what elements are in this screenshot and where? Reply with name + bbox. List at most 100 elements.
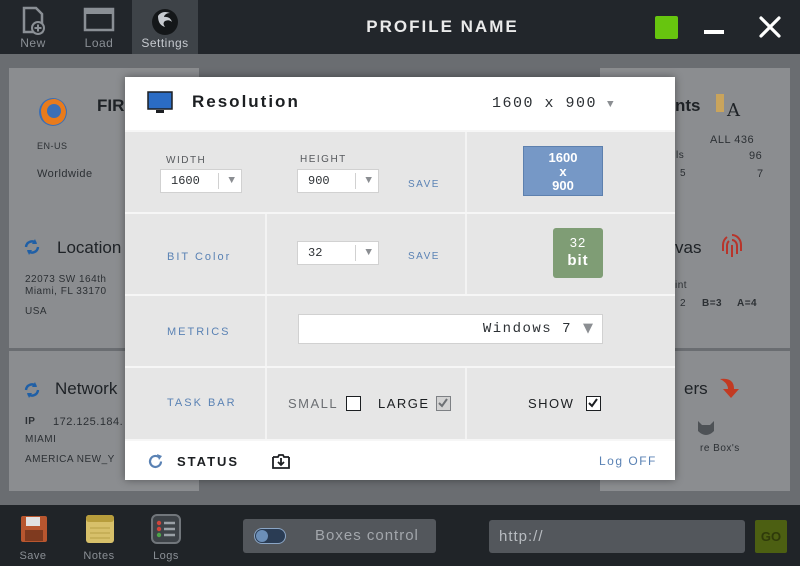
boxes-control-label: Boxes control — [315, 527, 419, 544]
red-arrow-icon — [720, 378, 739, 398]
bit-color-label: BIT Color — [167, 251, 232, 263]
refresh-icon — [24, 239, 40, 255]
status-button[interactable]: STATUS — [177, 454, 239, 469]
resolution-badge-x: x — [559, 164, 567, 179]
fingerprint-icon — [722, 234, 742, 257]
divider — [218, 173, 219, 189]
network-ip: 172.125.184. — [53, 416, 124, 428]
large-option-label: LARGE — [378, 396, 430, 411]
show-checkbox[interactable] — [586, 396, 601, 411]
boxes-control-toggle[interactable]: Boxes control — [243, 519, 436, 553]
resolution-preset-select[interactable]: 1600 x 900 ▼ — [492, 95, 615, 112]
small-checkbox[interactable] — [346, 396, 361, 411]
dialog-title: Resolution — [192, 92, 300, 111]
logs-button-label: Logs — [153, 550, 179, 562]
top-toolbar: New Load Settings PROFILE NAME — [0, 0, 800, 54]
width-label: WIDTH — [166, 155, 207, 166]
taskbar-label: TASK BAR — [167, 397, 237, 409]
fonts-row3-label: 5 — [680, 168, 687, 179]
logs-icon — [151, 514, 181, 544]
divider — [265, 214, 267, 296]
canvas-card-title: vas — [675, 238, 702, 257]
width-select[interactable]: 1600 ▼ — [160, 169, 242, 193]
download-icon[interactable] — [271, 452, 291, 470]
height-value: 900 — [308, 174, 330, 188]
font-book-icon: A — [716, 94, 741, 120]
fonts-card-title: nts — [675, 96, 701, 115]
canvas-line1: int — [675, 280, 688, 291]
close-icon[interactable] — [758, 15, 782, 39]
chevron-down-icon: ▼ — [365, 175, 372, 187]
network-timezone: AMERICA NEW_Y — [25, 454, 115, 465]
divider — [355, 245, 356, 261]
large-checkbox[interactable] — [436, 396, 451, 411]
divider — [265, 368, 267, 441]
dialog-header: Resolution 1600 x 900 ▼ — [125, 77, 675, 130]
divider — [265, 296, 267, 368]
width-value: 1600 — [171, 174, 200, 188]
toggle-switch[interactable] — [254, 528, 286, 544]
network-ip-label: IP — [25, 416, 36, 427]
divider — [465, 368, 467, 441]
bit-color-select[interactable]: 32 ▼ — [297, 241, 379, 265]
firefox-icon — [39, 98, 67, 126]
resolution-preset-value: 1600 x 900 — [492, 95, 598, 112]
resolution-badge-height: 900 — [552, 178, 574, 193]
chevron-down-icon: ▼ — [583, 321, 593, 336]
status-indicator[interactable] — [655, 16, 678, 39]
divider — [465, 132, 467, 214]
refresh-icon — [24, 382, 40, 398]
dialog-footer: STATUS Log OFF — [125, 439, 675, 480]
save-resolution-button[interactable]: SAVE — [408, 179, 440, 190]
load-button-label: Load — [84, 36, 114, 50]
chevron-down-icon: ▼ — [365, 247, 372, 259]
monitor-icon — [147, 91, 173, 113]
show-option-label: SHOW — [528, 396, 575, 411]
notes-button-label: Notes — [83, 550, 115, 562]
network-card-title: Network — [55, 379, 118, 398]
checkmark-icon — [438, 398, 448, 408]
location-country: USA — [25, 306, 48, 317]
metrics-value: Windows 7 — [482, 321, 572, 337]
chevron-down-icon: ▼ — [228, 175, 235, 187]
location-address2: Miami, FL 33170 — [25, 286, 107, 297]
profile-name-title: PROFILE NAME — [366, 17, 519, 36]
height-select[interactable]: 900 ▼ — [297, 169, 379, 193]
browser-lang: EN-US — [37, 141, 68, 151]
bit-color-value: 32 — [308, 246, 323, 260]
logs-button[interactable]: Logs — [133, 505, 199, 566]
metrics-label: METRICS — [167, 326, 231, 338]
fonts-all-count: ALL 436 — [710, 134, 755, 146]
fonts-row2-value: 96 — [749, 150, 763, 162]
url-input[interactable] — [489, 520, 745, 553]
resolution-badge-width: 1600 — [548, 150, 578, 165]
small-option-label: SMALL — [288, 396, 339, 411]
browser-card-title: FIR — [97, 96, 125, 115]
canvas-a-value: A=4 — [737, 298, 758, 309]
mask-icon — [698, 421, 714, 435]
notes-button[interactable]: Notes — [66, 505, 132, 566]
checkmark-icon — [588, 398, 598, 408]
chevron-down-icon: ▼ — [607, 99, 616, 111]
fonts-row3-value: 7 — [757, 168, 764, 180]
save-bit-color-button[interactable]: SAVE — [408, 251, 440, 262]
location-address1: 22073 SW 164th — [25, 274, 107, 285]
network-city: MIAMI — [25, 434, 57, 445]
location-card-title: Location — [57, 238, 122, 257]
height-label: HEIGHT — [300, 154, 347, 165]
metrics-select[interactable]: Windows 7 ▼ — [298, 314, 603, 344]
canvas-b-value: B=3 — [702, 298, 723, 309]
logoff-button[interactable]: Log OFF — [599, 454, 657, 468]
go-button[interactable]: GO — [755, 520, 787, 553]
save-button[interactable]: Save — [0, 505, 66, 566]
resolution-badge: 1600 x 900 — [523, 146, 603, 196]
divider — [355, 173, 356, 189]
bit-color-badge: 32 bit — [553, 228, 603, 278]
refresh-icon[interactable] — [147, 453, 164, 470]
others-card-title: ers — [684, 379, 708, 398]
notes-icon — [86, 515, 114, 543]
bottom-toolbar: Save Notes Logs Boxes control GO — [0, 505, 800, 566]
new-button-label: New — [20, 36, 46, 50]
resolution-dialog: Resolution 1600 x 900 ▼ WIDTH HEIGHT 1600… — [125, 77, 675, 480]
minimize-icon[interactable] — [704, 30, 724, 34]
